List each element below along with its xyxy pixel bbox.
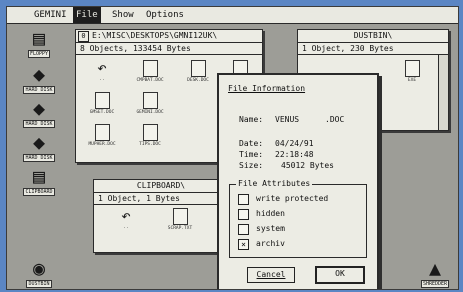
time-value: 22:18:48 — [275, 150, 314, 159]
file-name: DESK.DOC — [187, 78, 209, 83]
menu-gemini[interactable]: GEMINI — [31, 7, 70, 23]
ok-button[interactable]: OK — [315, 266, 365, 284]
file-item[interactable]: ↶ .. — [108, 206, 144, 231]
file-item[interactable]: MUPHER.DOC — [84, 124, 120, 147]
file-name: TIPS.DOC — [139, 142, 161, 147]
document-icon — [142, 92, 158, 109]
hard-disk-icon: ◆ — [32, 130, 46, 154]
file-item[interactable]: GMSET.DOC — [84, 92, 120, 115]
desktop-icon-label: FLOPPY — [27, 50, 51, 58]
desktop-icon-label: DUSTBIN — [26, 280, 52, 288]
hidden-checkbox[interactable] — [238, 209, 249, 220]
desktop-icon-clipboard[interactable]: ▤ CLIPBOARD — [19, 165, 59, 196]
file-item[interactable]: CMPBAT.DOC — [132, 60, 168, 83]
menu-file[interactable]: File — [73, 7, 101, 23]
document-icon — [404, 60, 420, 77]
window-title: CLIPBOARD\ — [136, 181, 186, 190]
desktop-icon-label: SHREDDER — [420, 280, 450, 288]
file-name: SCRAP.TXT — [167, 226, 193, 231]
cancel-button[interactable]: Cancel — [247, 267, 295, 283]
name-field[interactable]: VENUS — [275, 115, 299, 124]
desktop-icon-label: CLIPBOARD — [23, 188, 55, 196]
window-title: DUSTBIN\ — [353, 31, 393, 40]
document-icon — [142, 60, 158, 77]
desktop-icon-label: HARD DISK — [23, 86, 55, 94]
clipboard-window[interactable]: CLIPBOARD\ 1 Object, 1 Bytes ↶ .. SCRAP.… — [93, 179, 229, 253]
parent-folder-icon: ↶ — [121, 206, 131, 225]
desktop-icon-hard-disk[interactable]: ◆ HARD DISK — [19, 97, 59, 128]
desktop-icon-hard-disk[interactable]: ◆ HARD DISK — [19, 63, 59, 94]
vertical-scrollbar[interactable] — [438, 55, 448, 130]
size-label: Size: — [239, 161, 264, 170]
attributes-legend: File Attributes — [236, 179, 313, 188]
name-label: Name: — [239, 115, 264, 124]
file-item[interactable]: EXE — [394, 60, 430, 83]
file-information-dialog[interactable]: File Information Name: VENUS .DOC Date: … — [217, 73, 379, 289]
hard-disk-icon: ◆ — [32, 96, 46, 120]
floppy-icon: ▤ — [32, 26, 46, 50]
file-item[interactable]: TIPS.DOC — [132, 124, 168, 147]
screen: GEMINI File Show Options ▤ FLOPPY ◆ HARD… — [0, 0, 463, 292]
window-path: E:\MISC\DESKTOPS\GMNI12UK\ — [92, 31, 218, 40]
write-protected-checkbox[interactable] — [238, 194, 249, 205]
desktop-icon-floppy[interactable]: ▤ FLOPPY — [19, 27, 59, 58]
system-label: system — [256, 224, 285, 233]
close-box[interactable]: 0 — [78, 31, 89, 42]
window-info-line: 8 Objects, 133454 Bytes — [76, 43, 262, 55]
window-title-bar[interactable]: DUSTBIN\ — [298, 30, 448, 43]
file-name: EXE — [407, 78, 417, 83]
dustbin-icon: ◉ — [32, 256, 46, 280]
desktop-icon-hard-disk[interactable]: ◆ HARD DISK — [19, 131, 59, 162]
window-info-line: 1 Object, 230 Bytes — [298, 43, 448, 55]
write-protected-label: write protected — [256, 194, 329, 203]
extension-field[interactable]: .DOC — [325, 115, 344, 124]
document-icon — [94, 92, 110, 109]
window-title-bar[interactable]: 0 E:\MISC\DESKTOPS\GMNI12UK\ — [76, 30, 262, 43]
clipboard-icon: ▤ — [32, 164, 46, 188]
file-name: MUPHER.DOC — [88, 142, 116, 147]
shredder-icon: ▲ — [428, 256, 442, 280]
time-label: Time: — [239, 150, 264, 159]
file-item[interactable]: DESK.DOC — [180, 60, 216, 83]
desktop-icon-label: HARD DISK — [23, 154, 55, 162]
file-name: CMPBAT.DOC — [136, 78, 164, 83]
menu-bar: GEMINI File Show Options — [7, 7, 458, 24]
menu-options[interactable]: Options — [143, 7, 187, 23]
desktop-icon-dustbin[interactable]: ◉ DUSTBIN — [19, 257, 59, 288]
date-label: Date: — [239, 139, 264, 148]
file-item[interactable]: SCRAP.TXT — [162, 208, 198, 231]
hard-disk-icon: ◆ — [32, 62, 46, 86]
system-checkbox[interactable] — [238, 224, 249, 235]
desktop: GEMINI File Show Options ▤ FLOPPY ◆ HARD… — [6, 6, 459, 290]
parent-folder-icon: ↶ — [97, 58, 107, 77]
document-icon — [172, 208, 188, 225]
date-value: 04/24/91 — [275, 139, 314, 148]
dialog-title: File Information — [228, 84, 306, 93]
file-name: GEMINI.DOC — [136, 110, 164, 115]
file-item[interactable]: GEMINI.DOC — [132, 92, 168, 115]
archiv-checkbox[interactable]: × — [238, 239, 249, 250]
size-value: 45012 Bytes — [281, 161, 334, 170]
document-icon — [94, 124, 110, 141]
file-name: .. — [123, 225, 129, 230]
file-item[interactable]: ↶ .. — [84, 58, 120, 83]
file-name: GMSET.DOC — [89, 110, 115, 115]
window-info-line: 1 Object, 1 Bytes — [94, 193, 228, 205]
window-title-bar[interactable]: CLIPBOARD\ — [94, 180, 228, 193]
archiv-label: archiv — [256, 239, 285, 248]
desktop-icon-label: HARD DISK — [23, 120, 55, 128]
hidden-label: hidden — [256, 209, 285, 218]
document-icon — [142, 124, 158, 141]
document-icon — [190, 60, 206, 77]
file-name: .. — [99, 77, 105, 82]
desktop-icon-shredder[interactable]: ▲ SHREDDER — [415, 257, 455, 288]
menu-show[interactable]: Show — [109, 7, 137, 23]
file-attributes-group: File Attributes write protected hidden s… — [229, 179, 367, 258]
